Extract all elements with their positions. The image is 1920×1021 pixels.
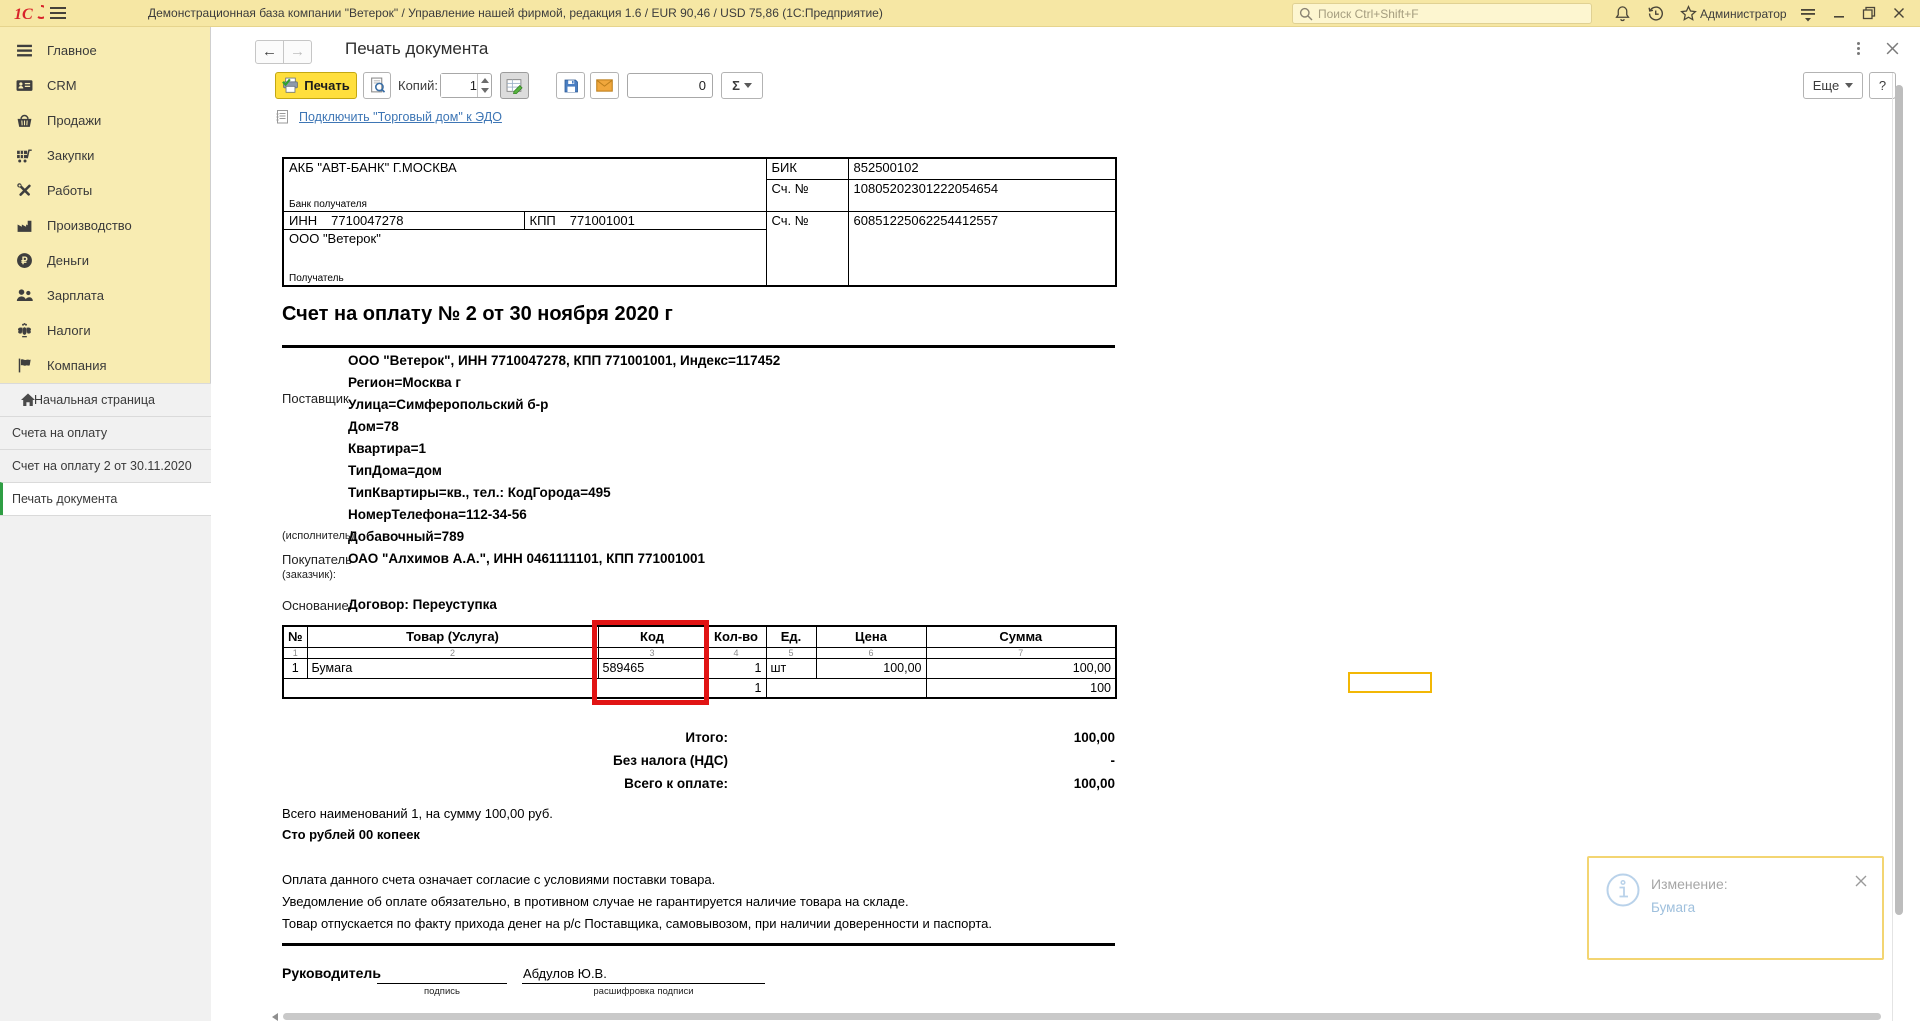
history-icon[interactable]: [1647, 5, 1665, 23]
bank-account-label: Сч. №: [766, 179, 848, 211]
total-row: Итого: 100,00: [282, 730, 1115, 750]
notifications-bell-icon[interactable]: [1614, 5, 1632, 23]
recipient-caption: Получатель: [289, 273, 344, 284]
sidebar-filler: [0, 515, 211, 1021]
window-title: Демонстрационная база компании "Ветерок"…: [148, 6, 883, 20]
basket-icon: [16, 112, 33, 129]
code-column-highlight: [592, 620, 709, 705]
bank-account-value: 10805202301222054654: [848, 179, 1116, 211]
signature-divider: [282, 943, 1115, 946]
title-divider: [282, 345, 1115, 348]
main-menu-icon[interactable]: [50, 7, 66, 20]
total-row: Всего к оплате: 100,00: [282, 776, 1115, 796]
signature-name: Абдулов Ю.В.: [523, 966, 607, 981]
sidebar-item-money[interactable]: ₽ Деньги: [0, 243, 211, 278]
amount-in-words: Сто рублей 00 копеек: [282, 827, 420, 842]
items-summary: Всего наименований 1, на сумму 100,00 ру…: [282, 806, 553, 821]
global-search: [1292, 3, 1592, 24]
signature-line: [377, 983, 507, 984]
flag-icon: [16, 357, 33, 374]
sidebar-item-production[interactable]: Производство: [0, 208, 211, 243]
svg-text:₽: ₽: [21, 256, 28, 267]
basis-label: Основание:: [282, 598, 352, 613]
recipient-cell: ООО "Ветерок" Получатель: [283, 229, 766, 286]
horizontal-scrollbar[interactable]: [283, 1013, 1881, 1020]
footer-sum: 100: [926, 678, 1116, 698]
sidebar-item-purchases[interactable]: Закупки: [0, 138, 211, 173]
footer-qty: 1: [706, 678, 766, 698]
bank-name-caption: Банк получателя: [289, 199, 367, 210]
bank-name: АКБ "АВТ-БАНК" Г.МОСКВА: [289, 160, 761, 175]
bik-label: БИК: [766, 158, 848, 179]
recipient-name: ООО "Ветерок": [289, 231, 761, 246]
sidebar-item-taxes[interactable]: Налоги: [0, 313, 211, 348]
sidebar-item-company[interactable]: Компания: [0, 348, 211, 383]
main-area: ← → Печать документа Печать: [211, 27, 1920, 1021]
sidebar: Главное CRM Продажи Закупки Работы: [0, 27, 211, 1021]
contact-card-icon: [16, 77, 33, 94]
account-value: 60851225062254412557: [848, 211, 1116, 286]
tab-invoices-list[interactable]: Счета на оплату: [0, 416, 211, 449]
account-label: Сч. №: [766, 211, 848, 286]
supplier-sub-label: (исполнитель):: [282, 530, 357, 542]
hscroll-left-arrow-icon[interactable]: [272, 1013, 278, 1021]
kpp-cell: КПП771001001: [524, 211, 766, 229]
close-window-button[interactable]: [1892, 6, 1910, 22]
tools-icon: [16, 182, 33, 199]
people-icon: [16, 287, 33, 304]
bik-value: 852500102: [848, 158, 1116, 179]
tab-invoice-2[interactable]: Счет на оплату 2 от 30.11.2020: [0, 449, 211, 482]
menu-lines-icon: [16, 42, 33, 59]
sidebar-item-salary[interactable]: Зарплата: [0, 278, 211, 313]
supplier-address: ООО "Ветерок", ИНН 7710047278, КПП 77100…: [348, 350, 780, 548]
favorites-star-icon[interactable]: [1680, 5, 1698, 23]
basis-value: Договор: Переуступка: [348, 597, 497, 612]
toast-item-link[interactable]: Бумага: [1651, 900, 1695, 915]
signature-caption: расшифровка подписи: [522, 986, 765, 997]
terms-line: Товар отпускается по факту прихода денег…: [282, 916, 992, 931]
search-input[interactable]: [1318, 7, 1585, 21]
current-user[interactable]: Администратор: [1700, 7, 1787, 21]
signature-line: [522, 983, 765, 984]
tab-print-document[interactable]: Печать документа: [0, 482, 211, 515]
svg-text:1С: 1С: [14, 6, 33, 23]
change-notification-toast[interactable]: Изменение: Бумага: [1587, 856, 1884, 960]
field-highlight-box: [1348, 672, 1432, 693]
tab-home-page[interactable]: Начальная страница: [0, 383, 211, 416]
sidebar-item-main[interactable]: Главное: [0, 33, 211, 68]
vertical-scrollbar[interactable]: [1895, 85, 1903, 915]
factory-icon: [16, 217, 33, 234]
invoice-title: Счет на оплату № 2 от 30 ноября 2020 г: [282, 303, 673, 326]
sidebar-item-crm[interactable]: CRM: [0, 68, 211, 103]
cart-icon: [16, 147, 33, 164]
sidebar-item-sales[interactable]: Продажи: [0, 103, 211, 138]
top-bar: 1С Демонстрационная база компании "Ветер…: [0, 0, 1920, 27]
buyer-sub-label: (заказчик):: [282, 569, 336, 581]
search-icon: [1299, 7, 1313, 21]
inn-cell: ИНН7710047278: [283, 211, 524, 229]
buyer-value: ОАО "Алхимов А.А.", ИНН 0461111101, КПП …: [348, 551, 705, 566]
signature-caption: подпись: [377, 986, 507, 997]
sidebar-item-works[interactable]: Работы: [0, 173, 211, 208]
info-icon: [1605, 872, 1641, 908]
total-row: Без налога (НДС) -: [282, 753, 1115, 773]
signature-role: Руководитель: [282, 965, 381, 981]
minimize-button[interactable]: [1832, 6, 1850, 22]
eagle-emblem-icon: [16, 322, 33, 339]
ruble-coin-icon: ₽: [16, 252, 33, 269]
toast-close-icon[interactable]: [1854, 874, 1868, 888]
vertical-scrollbar-track: [1892, 73, 1903, 1021]
1c-logo-icon: 1С: [14, 3, 44, 23]
service-menu-icon[interactable]: [1800, 7, 1818, 25]
terms-line: Уведомление об оплате обязательно, в про…: [282, 894, 909, 909]
bank-requisites-table: АКБ "АВТ-БАНК" Г.МОСКВА Банк получателя …: [282, 157, 1117, 287]
toast-title: Изменение:: [1651, 876, 1728, 892]
supplier-label: Поставщик: [282, 391, 349, 406]
buyer-label: Покупатель: [282, 552, 352, 567]
maximize-button[interactable]: [1862, 6, 1880, 22]
home-icon: [20, 392, 37, 409]
terms-line: Оплата данного счета означает согласие с…: [282, 872, 715, 887]
bank-name-cell: АКБ "АВТ-БАНК" Г.МОСКВА Банк получателя: [283, 158, 766, 211]
application-window: 1С Демонстрационная база компании "Ветер…: [0, 0, 1920, 1021]
